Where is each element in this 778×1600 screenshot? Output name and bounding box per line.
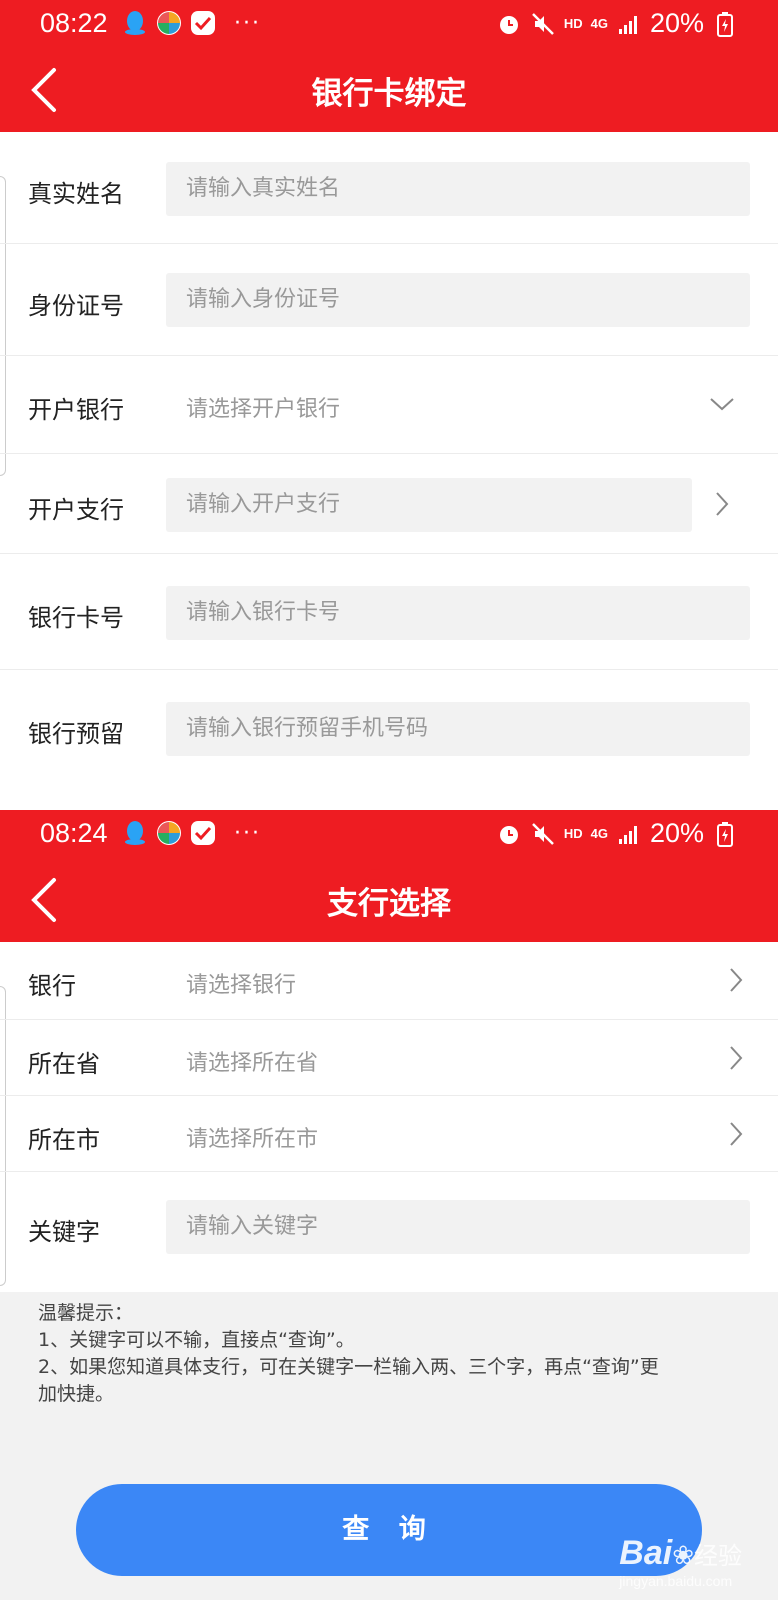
qq-icon (122, 10, 148, 36)
tips-line-2-continued: 加快捷。 (38, 1383, 115, 1405)
alarm-icon (496, 11, 522, 37)
id-number-input[interactable]: 请输入身份证号 (166, 273, 750, 327)
real-name-row: 真实姓名 请输入真实姓名 (0, 132, 778, 244)
reserved-phone-label: 银行预留 (28, 720, 124, 748)
status-right: HD 4G 20% (496, 818, 738, 849)
more-notifications-icon: ··· (234, 820, 261, 846)
mute-icon (530, 821, 556, 847)
bank-select-row[interactable]: 开户银行 请选择开户银行 (0, 356, 778, 454)
province-row[interactable]: 所在省 请选择所在省 (0, 1020, 778, 1096)
hd-indicator: HD (563, 826, 583, 841)
chevron-right-icon[interactable] (722, 966, 750, 994)
bank-card-binding-screen: 08:22 ··· HD 4G 20% 银行卡绑定 真实姓名 请输入真实姓名 身… (0, 0, 778, 810)
city-select-placeholder: 请选择所在市 (186, 1127, 319, 1152)
id-number-row: 身份证号 请输入身份证号 (0, 244, 778, 356)
status-time: 08:22 (40, 8, 108, 38)
network-type: 4G (590, 16, 608, 31)
tips-line-1: 1、关键字可以不输，直接点“查询”。 (38, 1329, 355, 1351)
chevron-right-icon[interactable] (708, 490, 736, 518)
card-number-row: 银行卡号 请输入银行卡号 (0, 554, 778, 670)
status-time: 08:24 (40, 818, 108, 848)
keyword-input[interactable]: 请输入关键字 (166, 1200, 750, 1254)
hd-indicator: HD (563, 16, 583, 31)
network-type: 4G (590, 826, 608, 841)
branch-input[interactable]: 请输入开户支行 (166, 478, 692, 532)
reserved-phone-row: 银行预留 请输入银行预留手机号码 (0, 670, 778, 810)
query-button[interactable]: 查 询 (76, 1484, 702, 1576)
reserved-phone-input[interactable]: 请输入银行预留手机号码 (166, 702, 750, 756)
real-name-label: 真实姓名 (28, 180, 124, 208)
bank-label: 银行 (28, 972, 76, 1000)
signal-icon (616, 821, 642, 847)
pinwheel-app-icon (156, 10, 182, 36)
qq-icon (122, 820, 148, 846)
branch-row: 开户支行 请输入开户支行 (0, 454, 778, 554)
tips-line-2: 2、如果您知道具体支行，可在关键字一栏输入两、三个字，再点“查询”更 (38, 1356, 659, 1378)
card-number-label: 银行卡号 (28, 604, 124, 632)
battery-charging-icon (712, 821, 738, 847)
baidu-jingyan-watermark: Bai❀经验 jingyan.baidu.com (619, 1534, 742, 1589)
page-title: 银行卡绑定 (311, 76, 467, 112)
status-bar: 08:22 ··· HD 4G 20% (0, 0, 778, 48)
nav-bar: 支行选择 (0, 858, 778, 942)
province-label: 所在省 (28, 1050, 100, 1078)
pinwheel-app-icon (156, 820, 182, 846)
status-right: HD 4G 20% (496, 8, 738, 39)
keyword-row: 关键字 请输入关键字 (0, 1172, 778, 1292)
battery-percent: 20% (649, 8, 704, 38)
bank-row[interactable]: 银行 请选择银行 (0, 942, 778, 1020)
card-number-input[interactable]: 请输入银行卡号 (166, 586, 750, 640)
chevron-right-icon[interactable] (722, 1044, 750, 1072)
page-title: 支行选择 (327, 886, 451, 922)
bank-select-placeholder: 请选择银行 (186, 973, 297, 998)
chevron-down-icon[interactable] (708, 390, 736, 418)
nav-bar: 银行卡绑定 (0, 48, 778, 132)
battery-charging-icon (712, 11, 738, 37)
mute-icon (530, 11, 556, 37)
check-app-icon (190, 820, 216, 846)
battery-percent: 20% (649, 818, 704, 848)
watermark-url: jingyan.baidu.com (619, 1573, 733, 1589)
chevron-right-icon[interactable] (722, 1120, 750, 1148)
city-row[interactable]: 所在市 请选择所在市 (0, 1096, 778, 1172)
notification-icons: ··· (122, 10, 261, 36)
alarm-icon (496, 821, 522, 847)
keyword-label: 关键字 (28, 1218, 100, 1246)
signal-icon (616, 11, 642, 37)
more-notifications-icon: ··· (234, 10, 261, 36)
bank-select-placeholder: 请选择开户银行 (186, 397, 341, 422)
real-name-input[interactable]: 请输入真实姓名 (166, 162, 750, 216)
branch-label: 开户支行 (28, 496, 124, 524)
province-select-placeholder: 请选择所在省 (186, 1051, 319, 1076)
tips-title: 温馨提示： (38, 1302, 134, 1324)
city-label: 所在市 (28, 1126, 100, 1154)
check-app-icon (190, 10, 216, 36)
id-number-label: 身份证号 (28, 292, 124, 320)
status-bar: 08:24 ··· HD 4G 20% (0, 810, 778, 858)
notification-icons: ··· (122, 820, 261, 846)
bank-label: 开户银行 (28, 396, 124, 424)
paw-icon: ❀ (672, 1540, 694, 1570)
